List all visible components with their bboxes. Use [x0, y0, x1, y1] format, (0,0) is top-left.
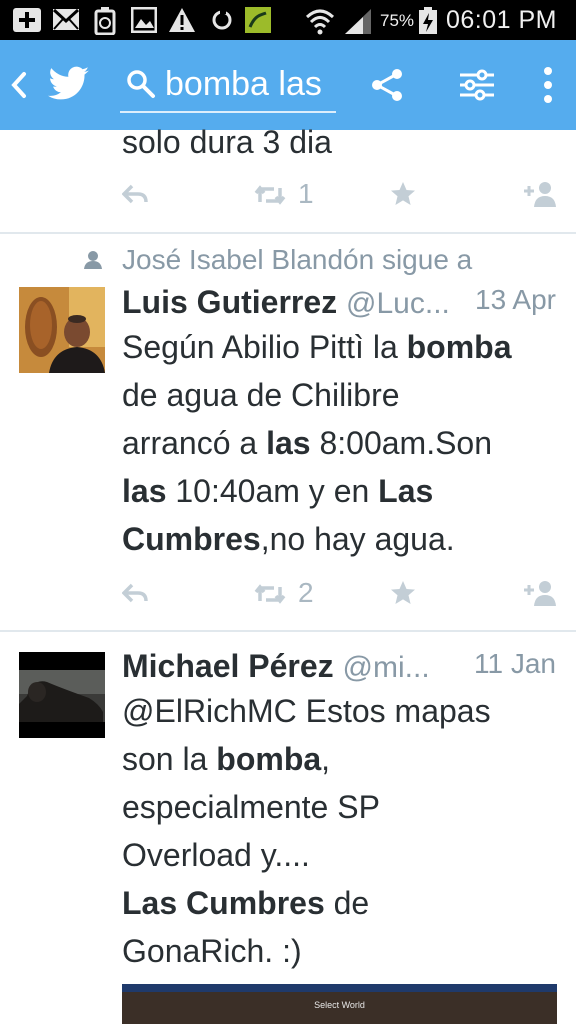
retweet-count: 1 — [298, 178, 314, 209]
chevron-left-icon — [11, 72, 26, 98]
sync-icon — [210, 7, 234, 38]
tweet-date: 11 Jan — [474, 648, 556, 679]
favorite-button[interactable] — [390, 580, 416, 611]
tweet-date: 13 Apr — [475, 284, 556, 315]
text-line: Según Abilio Pittì la bomba — [122, 329, 512, 365]
retweet-count: 2 — [298, 577, 314, 608]
text-line: las 10:40am y en Las — [122, 473, 434, 509]
overflow-menu-button[interactable] — [540, 66, 556, 109]
star-icon — [391, 182, 415, 205]
tweet-item[interactable]: solo dura 3 dia 1 — [0, 124, 576, 233]
text-line: Cumbres,no hay agua. — [122, 521, 455, 557]
text-line: Overload y.... — [122, 837, 310, 873]
signal-icon — [343, 7, 373, 40]
text-line: son la bomba, — [122, 741, 331, 777]
tweet-text: @ElRichMC Estos mapas son la bomba, espe… — [122, 687, 562, 975]
reply-icon — [121, 184, 148, 204]
author-name[interactable]: Michael Pérez — [122, 648, 334, 684]
back-button[interactable] — [8, 70, 30, 105]
mail-icon — [52, 7, 80, 38]
tweet-item[interactable]: José Isabel Blandón sigue a Luis Gutierr… — [0, 234, 576, 630]
add-user-icon — [524, 182, 556, 207]
author-handle: @mi... — [342, 651, 430, 684]
add-notification-icon — [12, 7, 41, 32]
tweet-text: solo dura 3 dia — [122, 124, 332, 160]
star-icon — [391, 581, 415, 604]
avatar[interactable] — [19, 287, 105, 373]
add-user-icon — [524, 581, 556, 606]
app-toolbar: bomba las — [0, 40, 576, 130]
author-line: Luis Gutierrez @Luc... — [122, 284, 450, 321]
share-button[interactable] — [370, 68, 404, 107]
text-line: Las Cumbres de — [122, 885, 370, 921]
social-context: José Isabel Blandón sigue a — [122, 244, 473, 275]
tweet-media[interactable]: Select World — [122, 984, 557, 1024]
search-icon — [126, 69, 156, 104]
recycle-battery-icon — [94, 7, 116, 40]
status-bar: 75% 06:01 PM — [0, 0, 576, 40]
avatar[interactable] — [19, 652, 105, 738]
author-line: Michael Pérez @mi... — [122, 648, 430, 685]
media-top-bar — [122, 984, 557, 992]
tweet-text: Según Abilio Pittì la bomba de agua de C… — [122, 323, 562, 563]
search-query: bomba las — [165, 65, 322, 103]
text-line: @ElRichMC Estos mapas — [122, 693, 491, 729]
search-input[interactable]: bomba las — [120, 55, 336, 113]
reply-button[interactable] — [121, 583, 148, 610]
reply-icon — [121, 583, 148, 603]
author-name[interactable]: Luis Gutierrez — [122, 284, 337, 320]
warning-icon — [168, 7, 196, 38]
media-caption: Select World — [314, 1000, 365, 1010]
retweet-icon — [254, 185, 286, 205]
author-handle: @Luc... — [346, 287, 450, 320]
battery-charging-icon — [418, 7, 438, 40]
follow-button[interactable] — [522, 579, 558, 612]
filter-button[interactable] — [458, 68, 496, 107]
app-notification-icon — [245, 7, 271, 38]
tweet-item[interactable]: Michael Pérez @mi... 11 Jan @ElRichMC Es… — [0, 632, 576, 1024]
follow-context-icon — [84, 250, 102, 275]
share-icon — [372, 69, 402, 101]
favorite-button[interactable] — [390, 181, 416, 212]
retweet-icon — [254, 584, 286, 604]
clock: 06:01 PM — [446, 6, 558, 34]
text-line: arrancó a las 8:00am.Son — [122, 425, 493, 461]
battery-percent: 75% — [380, 11, 415, 30]
sliders-icon — [460, 69, 494, 101]
image-icon — [130, 6, 158, 38]
text-line: de agua de Chilibre — [122, 377, 400, 413]
reply-button[interactable] — [121, 184, 148, 211]
retweet-button[interactable] — [254, 184, 286, 211]
follow-button[interactable] — [522, 180, 558, 213]
more-vertical-icon — [544, 67, 552, 103]
text-line: especialmente SP — [122, 789, 380, 825]
twitter-logo-icon — [48, 66, 90, 107]
text-line: GonaRich. :) — [122, 933, 302, 969]
retweet-button[interactable] — [254, 583, 286, 610]
wifi-icon — [305, 7, 335, 40]
